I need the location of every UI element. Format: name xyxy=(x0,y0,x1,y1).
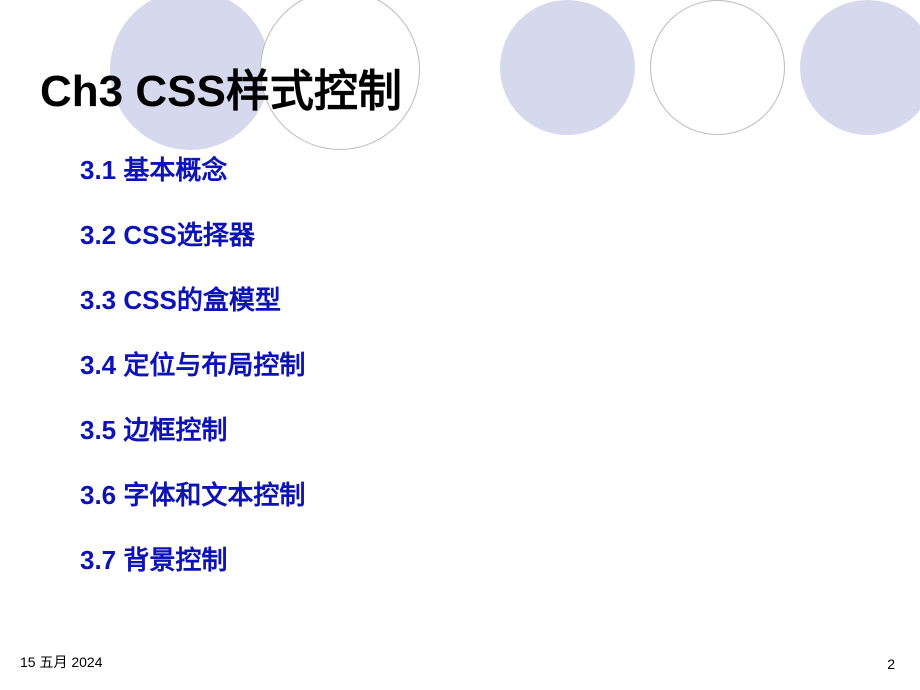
decorative-circle xyxy=(800,0,920,135)
toc-item: 3.4 定位与布局控制 xyxy=(80,345,305,382)
toc-item: 3.5 边框控制 xyxy=(80,410,305,447)
footer-date: 15 五月 2024 xyxy=(20,652,103,672)
table-of-contents: 3.1 基本概念 3.2 CSS选择器 3.3 CSS的盒模型 3.4 定位与布… xyxy=(80,150,305,605)
toc-item: 3.6 字体和文本控制 xyxy=(80,475,305,512)
footer-page-number: 2 xyxy=(887,656,895,672)
decorative-circle xyxy=(500,0,635,135)
decorative-circle xyxy=(650,0,785,135)
toc-item: 3.7 背景控制 xyxy=(80,540,305,577)
toc-item: 3.1 基本概念 xyxy=(80,150,305,187)
chapter-title: Ch3 CSS样式控制 xyxy=(40,55,402,119)
toc-item: 3.2 CSS选择器 xyxy=(80,215,305,252)
toc-item: 3.3 CSS的盒模型 xyxy=(80,280,305,317)
